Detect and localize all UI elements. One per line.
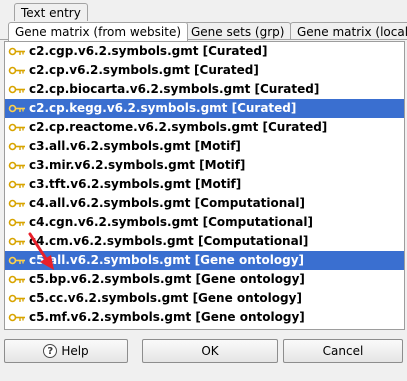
tab-text-entry[interactable]: Text entry	[14, 3, 88, 21]
list-item[interactable]: c3.mir.v6.2.symbols.gmt [Motif]	[5, 156, 404, 175]
help-button[interactable]: ? Help	[4, 339, 128, 363]
cancel-button[interactable]: Cancel	[283, 339, 403, 363]
tab-gene-matrix-local[interactable]: Gene matrix (local g	[290, 22, 407, 40]
list-item[interactable]: c4.cgn.v6.2.symbols.gmt [Computational]	[5, 213, 404, 232]
list-item[interactable]: c4.cm.v6.2.symbols.gmt [Computational]	[5, 232, 404, 251]
key-icon	[8, 47, 25, 56]
key-icon	[8, 237, 25, 246]
cancel-button-label: Cancel	[322, 344, 364, 358]
help-button-label: Help	[61, 344, 89, 358]
list-item-label: c2.cp.v6.2.symbols.gmt [Curated]	[29, 63, 259, 77]
list-item-label: c5.all.v6.2.symbols.gmt [Gene ontology]	[29, 253, 305, 267]
gene-set-list-panel[interactable]: c2.cgp.v6.2.symbols.gmt [Curated] c2.cp.v…	[4, 41, 405, 330]
list-item-label: c4.cm.v6.2.symbols.gmt [Computational]	[29, 234, 309, 248]
key-icon	[8, 180, 25, 189]
list-item-label: c2.cp.biocarta.v6.2.symbols.gmt [Curated…	[29, 82, 320, 96]
list-item-label: c2.cgp.v6.2.symbols.gmt [Curated]	[29, 44, 268, 58]
tab-gene-sets-grp[interactable]: Gene sets (grp)	[184, 22, 292, 40]
list-item[interactable]: c2.cp.biocarta.v6.2.symbols.gmt [Curated…	[5, 80, 404, 99]
tab-gene-matrix-website[interactable]: Gene matrix (from website)	[8, 22, 189, 41]
list-item[interactable]: c2.cp.v6.2.symbols.gmt [Curated]	[5, 61, 404, 80]
ok-button-label: OK	[201, 344, 219, 358]
list-item-label: c4.all.v6.2.symbols.gmt [Computational]	[29, 196, 306, 210]
list-item[interactable]: c3.tft.v6.2.symbols.gmt [Motif]	[5, 175, 404, 194]
help-icon: ?	[43, 344, 58, 358]
key-icon	[8, 85, 25, 94]
list-item-label: c5.bp.v6.2.symbols.gmt [Gene ontology]	[29, 272, 305, 286]
list-item[interactable]: c5.cc.v6.2.symbols.gmt [Gene ontology]	[5, 289, 404, 308]
list-item-label: c5.mf.v6.2.symbols.gmt [Gene ontology]	[29, 310, 305, 324]
list-item[interactable]: c2.cp.reactome.v6.2.symbols.gmt [Curated…	[5, 118, 404, 137]
key-icon	[8, 275, 25, 284]
list-item[interactable]: c2.cp.kegg.v6.2.symbols.gmt [Curated]	[5, 99, 404, 118]
list-item[interactable]: c5.bp.v6.2.symbols.gmt [Gene ontology]	[5, 270, 404, 289]
key-icon	[8, 123, 25, 132]
key-icon	[8, 66, 25, 75]
list-item-label: c3.tft.v6.2.symbols.gmt [Motif]	[29, 177, 242, 191]
list-item[interactable]: c4.all.v6.2.symbols.gmt [Computational]	[5, 194, 404, 213]
list-item-label: c4.cgn.v6.2.symbols.gmt [Computational]	[29, 215, 313, 229]
list-item[interactable]: c5.all.v6.2.symbols.gmt [Gene ontology]	[5, 251, 404, 270]
list-item-label: c3.mir.v6.2.symbols.gmt [Motif]	[29, 158, 246, 172]
list-item[interactable]: c3.all.v6.2.symbols.gmt [Motif]	[5, 137, 404, 156]
list-item[interactable]: c5.mf.v6.2.symbols.gmt [Gene ontology]	[5, 308, 404, 327]
key-icon	[8, 256, 25, 265]
key-icon	[8, 161, 25, 170]
list-item-label: c5.cc.v6.2.symbols.gmt [Gene ontology]	[29, 291, 302, 305]
list-item-label: c3.all.v6.2.symbols.gmt [Motif]	[29, 139, 241, 153]
key-icon	[8, 218, 25, 227]
ok-button[interactable]: OK	[142, 339, 278, 363]
list-item-label: c2.cp.reactome.v6.2.symbols.gmt [Curated…	[29, 120, 328, 134]
list-item-label: c2.cp.kegg.v6.2.symbols.gmt [Curated]	[29, 101, 297, 115]
key-icon	[8, 142, 25, 151]
list-item[interactable]: c2.cgp.v6.2.symbols.gmt [Curated]	[5, 42, 404, 61]
key-icon	[8, 104, 25, 113]
key-icon	[8, 294, 25, 303]
gene-set-list[interactable]: c2.cgp.v6.2.symbols.gmt [Curated] c2.cp.v…	[5, 42, 404, 327]
key-icon	[8, 199, 25, 208]
key-icon	[8, 313, 25, 322]
